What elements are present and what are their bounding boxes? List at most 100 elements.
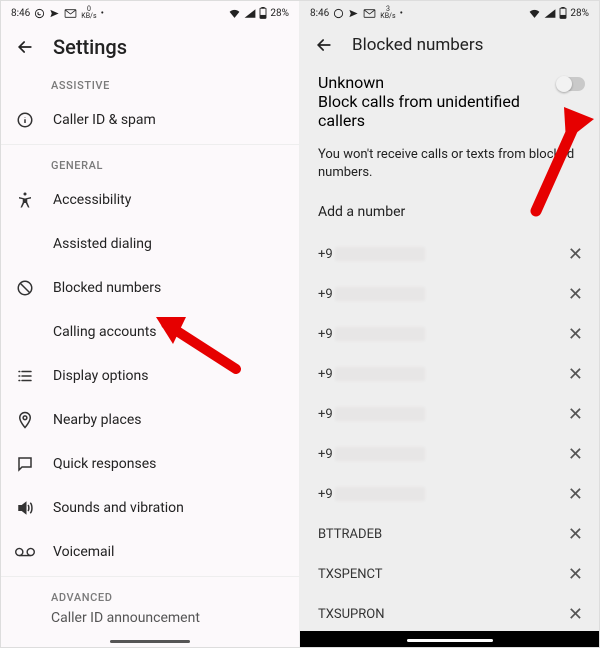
- row-calling-accounts[interactable]: Calling accounts: [1, 310, 299, 354]
- location-icon: [15, 411, 35, 429]
- blocked-number-row: +9 ✕: [300, 354, 599, 394]
- row-unknown-toggle[interactable]: Unknown Block calls from unidentified ca…: [300, 63, 599, 138]
- redacted-number: [335, 407, 425, 421]
- row-label: Voicemail: [53, 544, 114, 560]
- remove-icon[interactable]: ✕: [568, 484, 583, 505]
- row-blocked-numbers[interactable]: Blocked numbers: [1, 266, 299, 310]
- section-advanced: ADVANCED: [1, 579, 299, 610]
- row-quick-responses[interactable]: Quick responses: [1, 442, 299, 486]
- add-number-button[interactable]: Add a number: [300, 196, 599, 234]
- remove-icon[interactable]: ✕: [568, 604, 583, 625]
- message-icon: [15, 455, 35, 473]
- remove-icon[interactable]: ✕: [568, 404, 583, 425]
- blocked-number-row: +9 ✕: [300, 434, 599, 474]
- redacted-number: [335, 367, 425, 381]
- blocked-name: TXSUPRON: [318, 607, 385, 622]
- unknown-subtitle: Block calls from unidentified callers: [318, 92, 557, 130]
- status-time: 8:46: [11, 8, 30, 19]
- blocked-name: TXSPENCT: [318, 567, 383, 582]
- row-label: Sounds and vibration: [53, 500, 184, 516]
- info-icon: [15, 111, 35, 129]
- blocked-name: BTTRADEB: [318, 527, 382, 542]
- blocked-name-row: TXSUPRON ✕: [300, 594, 599, 634]
- redacted-number: [335, 327, 425, 341]
- right-header: Blocked numbers: [300, 25, 599, 63]
- whatsapp-icon: [333, 8, 344, 19]
- row-assisted-dialing[interactable]: Assisted dialing: [1, 222, 299, 266]
- status-kbps: 3KB/s: [380, 6, 395, 20]
- left-header: Settings: [1, 25, 299, 67]
- row-label: Blocked numbers: [53, 280, 161, 296]
- gesture-bar: [407, 639, 493, 642]
- list-icon: [15, 367, 35, 385]
- signal-icon: [544, 8, 556, 19]
- status-time: 8:46: [310, 8, 329, 19]
- section-general: GENERAL: [1, 147, 299, 178]
- back-icon[interactable]: [15, 37, 35, 57]
- row-label: Calling accounts: [53, 324, 157, 340]
- block-icon: [15, 279, 35, 297]
- sound-icon: [15, 499, 35, 517]
- row-label: Display options: [53, 368, 148, 384]
- battery-icon: [559, 7, 567, 19]
- blocked-number-row: +9 ✕: [300, 474, 599, 514]
- blocked-number-row: +9 ✕: [300, 314, 599, 354]
- page-title: Settings: [53, 35, 127, 59]
- row-caller-id-announcement[interactable]: Caller ID announcement: [1, 610, 299, 626]
- status-battery: 28%: [570, 8, 589, 19]
- divider: [1, 576, 299, 577]
- status-more-icon: •: [400, 8, 403, 19]
- status-battery: 28%: [270, 8, 289, 19]
- info-text: You won't receive calls or texts from bl…: [300, 138, 599, 196]
- row-label: Quick responses: [53, 456, 156, 472]
- remove-icon[interactable]: ✕: [568, 364, 583, 385]
- blocked-number-row: +9 ✕: [300, 274, 599, 314]
- gesture-bar: [110, 640, 190, 643]
- send-icon: [348, 8, 359, 19]
- status-kbps: 0KB/s: [81, 6, 96, 20]
- row-nearby-places[interactable]: Nearby places: [1, 398, 299, 442]
- battery-icon: [259, 7, 267, 19]
- mail-icon: [64, 8, 77, 19]
- mail-icon: [363, 8, 376, 19]
- row-sounds-vibration[interactable]: Sounds and vibration: [1, 486, 299, 530]
- redacted-number: [335, 247, 425, 261]
- status-bar: 8:46 0KB/s • 28%: [1, 1, 299, 25]
- row-label: Accessibility: [53, 192, 131, 208]
- row-accessibility[interactable]: Accessibility: [1, 178, 299, 222]
- wifi-icon: [528, 8, 541, 19]
- voicemail-icon: [15, 543, 35, 561]
- send-icon: [49, 8, 60, 19]
- accessibility-icon: [15, 191, 35, 209]
- whatsapp-icon: [34, 8, 45, 19]
- row-label: Nearby places: [53, 412, 142, 428]
- wifi-icon: [228, 8, 241, 19]
- row-label: Assisted dialing: [53, 236, 152, 252]
- remove-icon[interactable]: ✕: [568, 524, 583, 545]
- section-assistive: ASSISTIVE: [1, 67, 299, 98]
- blocked-name-row: BTTRADEB ✕: [300, 514, 599, 554]
- remove-icon[interactable]: ✕: [568, 444, 583, 465]
- remove-icon[interactable]: ✕: [568, 284, 583, 305]
- blocked-name-row: TXSPENCT ✕: [300, 554, 599, 594]
- remove-icon[interactable]: ✕: [568, 564, 583, 585]
- row-voicemail[interactable]: Voicemail: [1, 530, 299, 574]
- redacted-number: [335, 287, 425, 301]
- blocked-number-row: +9 ✕: [300, 234, 599, 274]
- toggle-switch[interactable]: [557, 77, 585, 91]
- signal-icon: [244, 8, 256, 19]
- remove-icon[interactable]: ✕: [568, 244, 583, 265]
- redacted-number: [335, 487, 425, 501]
- row-label: Caller ID & spam: [53, 112, 156, 128]
- back-icon[interactable]: [314, 35, 334, 55]
- row-caller-id-spam[interactable]: Caller ID & spam: [1, 98, 299, 142]
- remove-icon[interactable]: ✕: [568, 324, 583, 345]
- redacted-number: [335, 447, 425, 461]
- status-bar: 8:46 3KB/s • 28%: [300, 1, 599, 25]
- row-display-options[interactable]: Display options: [1, 354, 299, 398]
- nav-bar: [300, 631, 599, 647]
- unknown-title: Unknown: [318, 73, 557, 92]
- blocked-number-row: +9 ✕: [300, 394, 599, 434]
- divider: [1, 144, 299, 145]
- page-title: Blocked numbers: [352, 35, 483, 55]
